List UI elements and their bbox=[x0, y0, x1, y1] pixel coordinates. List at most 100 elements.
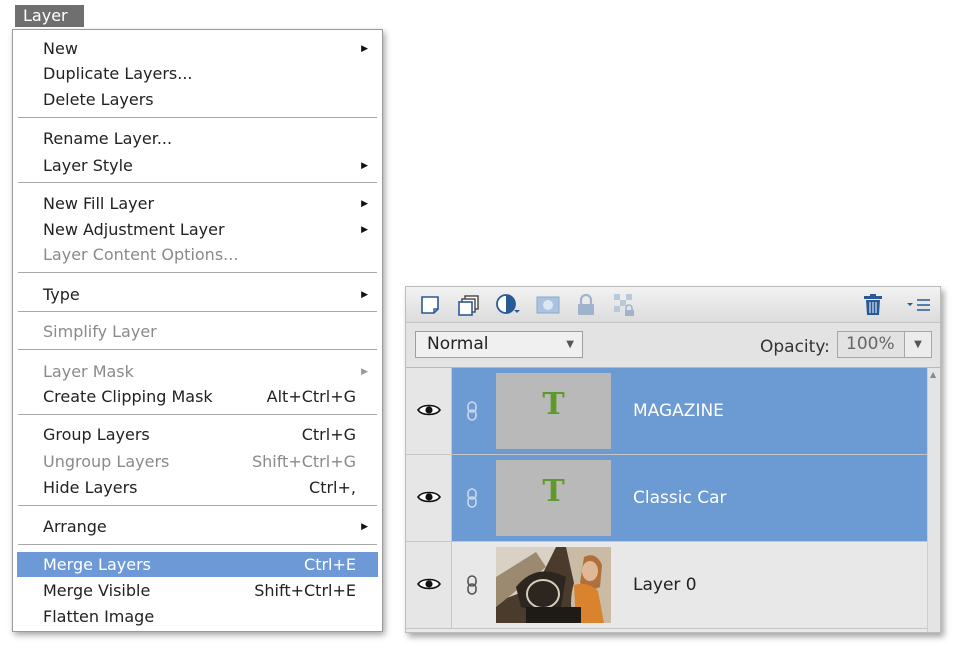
visibility-toggle[interactable] bbox=[406, 542, 452, 628]
menu-item-delete-layers[interactable]: Delete Layers bbox=[17, 87, 378, 112]
menu-item-shortcut: Alt+Ctrl+G bbox=[266, 387, 356, 406]
menu-separator bbox=[18, 272, 377, 273]
menu-item-label: Delete Layers bbox=[43, 90, 154, 109]
menu-item-layer-style[interactable]: Layer Style ▶ bbox=[17, 153, 378, 178]
menu-item-shortcut: Ctrl+E bbox=[304, 555, 356, 574]
menu-item-label: Hide Layers bbox=[43, 478, 138, 497]
layer-name: Layer 0 bbox=[633, 575, 697, 595]
menu-item-new[interactable]: New ▶ bbox=[17, 36, 378, 61]
menu-item-ungroup-layers: Ungroup Layers Shift+Ctrl+G bbox=[17, 449, 378, 474]
menu-item-label: Ungroup Layers bbox=[43, 452, 170, 471]
layers-toolbar bbox=[406, 287, 940, 323]
adjustment-layer-icon[interactable] bbox=[495, 293, 525, 317]
layers-panel: Normal ▼ Opacity: 100% ▼ T MAGAZINE T Cl… bbox=[405, 286, 941, 633]
menu-separator bbox=[18, 544, 377, 545]
submenu-arrow-icon: ▶ bbox=[361, 161, 368, 171]
menu-separator bbox=[18, 182, 377, 183]
menu-item-duplicate-layers[interactable]: Duplicate Layers... bbox=[17, 61, 378, 86]
menu-item-type[interactable]: Type ▶ bbox=[17, 282, 378, 307]
menu-item-group-layers[interactable]: Group Layers Ctrl+G bbox=[17, 422, 378, 447]
visibility-toggle[interactable] bbox=[406, 368, 452, 454]
menu-separator bbox=[18, 349, 377, 350]
menu-item-label: Layer Mask bbox=[43, 362, 134, 381]
layer-name: Classic Car bbox=[633, 488, 727, 508]
menu-item-new-adjustment-layer[interactable]: New Adjustment Layer ▶ bbox=[17, 217, 378, 242]
menu-separator bbox=[18, 117, 377, 118]
menu-item-new-fill-layer[interactable]: New Fill Layer ▶ bbox=[17, 191, 378, 216]
layer-row-layer-0[interactable]: Layer 0 bbox=[406, 542, 928, 629]
menu-item-merge-visible[interactable]: Merge Visible Shift+Ctrl+E bbox=[17, 578, 378, 603]
layer-mask-icon[interactable] bbox=[536, 293, 560, 317]
menu-item-label: New bbox=[43, 39, 78, 58]
layer-thumbnail: T bbox=[496, 373, 611, 449]
blend-opacity-row: Normal ▼ Opacity: 100% ▼ bbox=[406, 323, 940, 368]
opacity-input[interactable]: 100% bbox=[837, 331, 905, 358]
layer-link-toggle[interactable] bbox=[452, 368, 496, 454]
menu-item-label: Create Clipping Mask bbox=[43, 387, 213, 406]
text-layer-icon: T bbox=[542, 387, 565, 422]
link-icon bbox=[467, 488, 477, 508]
layer-menu-title[interactable]: Layer bbox=[15, 5, 84, 27]
menu-item-layer-mask: Layer Mask ▶ bbox=[17, 359, 378, 384]
opacity-dropdown-button[interactable]: ▼ bbox=[904, 331, 932, 358]
eye-icon bbox=[417, 404, 441, 416]
menu-item-label: Flatten Image bbox=[43, 607, 155, 626]
submenu-arrow-icon: ▶ bbox=[361, 199, 368, 209]
submenu-arrow-icon: ▶ bbox=[361, 290, 368, 300]
blend-mode-select[interactable]: Normal ▼ bbox=[415, 331, 583, 358]
blend-mode-value: Normal bbox=[427, 334, 489, 354]
menu-item-flatten-image[interactable]: Flatten Image bbox=[17, 604, 378, 629]
layer-row-classic-car[interactable]: T Classic Car bbox=[406, 455, 928, 542]
menu-item-label: New Adjustment Layer bbox=[43, 220, 225, 239]
opacity-label: Opacity: bbox=[760, 337, 830, 357]
new-layer-icon[interactable] bbox=[418, 293, 442, 317]
layer-thumbnail: T bbox=[496, 460, 611, 536]
menu-item-label: Arrange bbox=[43, 517, 107, 536]
menu-item-label: Layer Content Options... bbox=[43, 245, 239, 264]
trash-icon[interactable] bbox=[861, 293, 885, 317]
link-icon bbox=[467, 575, 477, 595]
text-layer-icon: T bbox=[542, 474, 565, 509]
layer-name: MAGAZINE bbox=[633, 401, 724, 421]
submenu-arrow-icon: ▶ bbox=[361, 44, 368, 54]
menu-item-label: Merge Layers bbox=[43, 555, 151, 574]
layer-link-toggle[interactable] bbox=[452, 455, 496, 541]
menu-item-create-clipping-mask[interactable]: Create Clipping Mask Alt+Ctrl+G bbox=[17, 384, 378, 409]
scroll-up-icon[interactable]: ▲ bbox=[930, 370, 936, 379]
menu-item-shortcut: Ctrl+, bbox=[309, 478, 356, 497]
menu-item-label: Type bbox=[43, 285, 80, 304]
menu-item-shortcut: Shift+Ctrl+E bbox=[254, 581, 356, 600]
visibility-toggle[interactable] bbox=[406, 455, 452, 541]
menu-item-label: Duplicate Layers... bbox=[43, 64, 193, 83]
panel-menu-icon[interactable] bbox=[906, 293, 932, 317]
menu-item-label: Layer Style bbox=[43, 156, 133, 175]
menu-item-rename-layer[interactable]: Rename Layer... bbox=[17, 126, 378, 151]
link-icon bbox=[467, 401, 477, 421]
chevron-down-icon: ▼ bbox=[566, 339, 574, 350]
new-group-icon[interactable] bbox=[457, 293, 481, 317]
menu-item-merge-layers[interactable]: Merge Layers Ctrl+E bbox=[17, 552, 378, 577]
layer-menu: New ▶ Duplicate Layers... Delete Layers … bbox=[12, 29, 383, 632]
eye-icon bbox=[417, 491, 441, 503]
menu-item-label: Merge Visible bbox=[43, 581, 151, 600]
layers-scrollbar[interactable]: ▲ bbox=[927, 368, 940, 632]
layer-thumbnail-photo bbox=[496, 547, 611, 623]
menu-item-simplify-layer: Simplify Layer bbox=[17, 319, 378, 344]
menu-item-hide-layers[interactable]: Hide Layers Ctrl+, bbox=[17, 475, 378, 500]
menu-separator bbox=[18, 505, 377, 506]
photo-thumbnail-icon bbox=[496, 547, 611, 623]
menu-item-label: Group Layers bbox=[43, 425, 150, 444]
submenu-arrow-icon: ▶ bbox=[361, 367, 368, 377]
menu-item-label: New Fill Layer bbox=[43, 194, 155, 213]
lock-all-icon[interactable] bbox=[574, 293, 598, 317]
menu-item-shortcut: Shift+Ctrl+G bbox=[251, 452, 356, 471]
menu-item-label: Simplify Layer bbox=[43, 322, 157, 341]
submenu-arrow-icon: ▶ bbox=[361, 522, 368, 532]
lock-transparent-icon[interactable] bbox=[613, 293, 637, 317]
layer-link-toggle[interactable] bbox=[452, 542, 496, 628]
eye-icon bbox=[417, 578, 441, 590]
layers-list: T MAGAZINE T Classic Car Layer 0 bbox=[406, 368, 928, 632]
menu-item-arrange[interactable]: Arrange ▶ bbox=[17, 514, 378, 539]
menu-item-layer-content-options: Layer Content Options... bbox=[17, 242, 378, 267]
layer-row-magazine[interactable]: T MAGAZINE bbox=[406, 368, 928, 455]
